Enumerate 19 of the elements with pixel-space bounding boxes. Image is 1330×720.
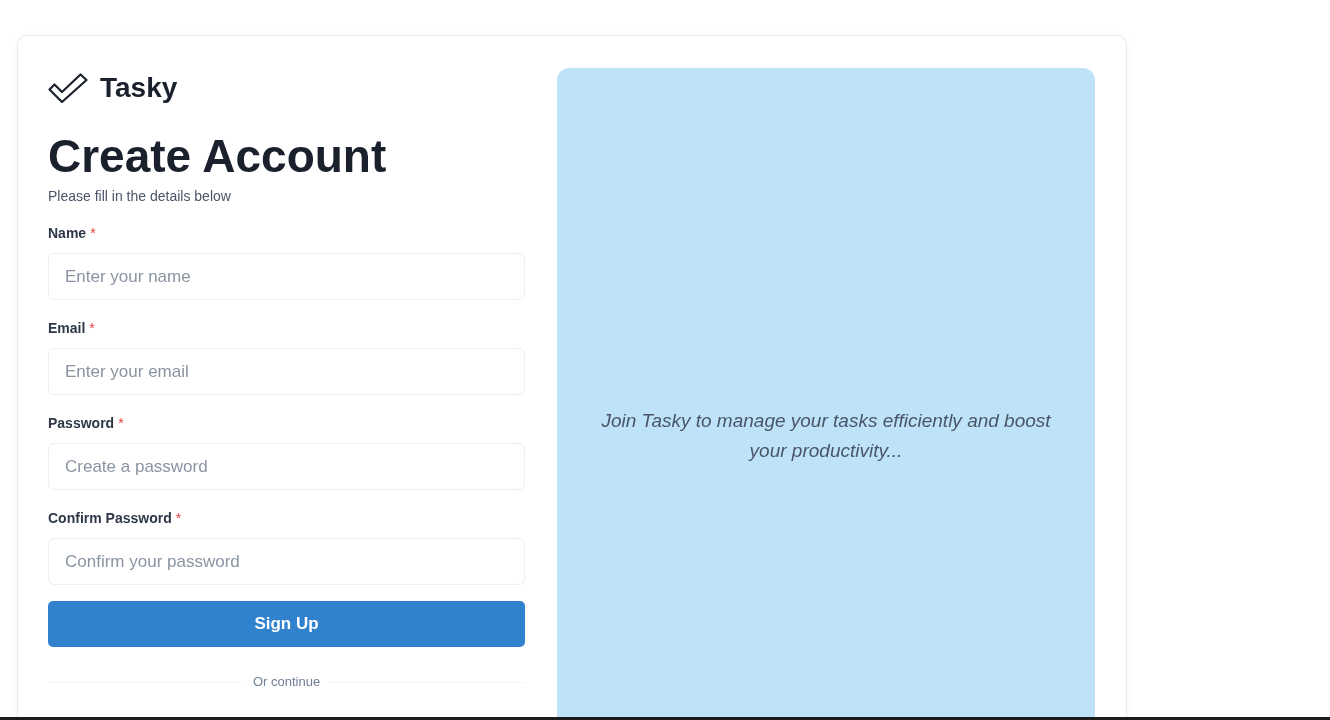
field-label: Confirm Password: [48, 509, 172, 528]
field-label: Email: [48, 319, 86, 338]
page-heading: Create Account: [48, 130, 388, 182]
sign-up-button[interactable]: Sign Up: [48, 601, 525, 647]
input-field[interactable]: Enter your name: [48, 253, 525, 300]
subtitle: Please fill in the details below: [48, 187, 232, 205]
field-label: Name: [48, 224, 87, 243]
promo-text: Join Tasky to manage your tasks efficiently and boost your productivity...: [600, 409, 1052, 463]
required-mark: *: [118, 414, 124, 433]
required-mark: *: [90, 224, 96, 243]
input-field[interactable]: Create a password: [48, 443, 525, 490]
brand-name: Tasky: [100, 71, 178, 105]
checkmark-logo-icon: [48, 73, 88, 103]
required-mark: *: [175, 509, 182, 528]
required-mark: *: [89, 319, 95, 338]
input-field[interactable]: Confirm your password: [48, 538, 525, 585]
field-label: Password: [48, 414, 115, 433]
divider-text: Or continue: [252, 674, 321, 690]
input-field[interactable]: Enter your email: [48, 348, 525, 395]
